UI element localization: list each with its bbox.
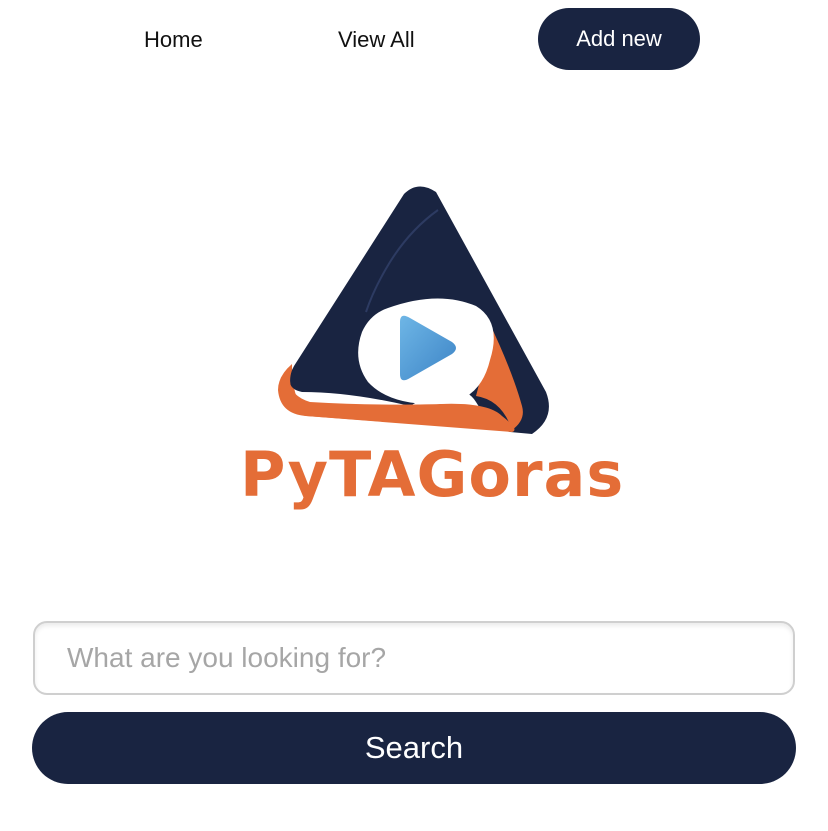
play-triangle-logo-icon (278, 186, 549, 434)
search-input[interactable] (33, 621, 795, 695)
logo-wordmark: PyTAGoras (240, 438, 625, 511)
search-button[interactable]: Search (32, 712, 796, 784)
nav-view-all-link[interactable]: View All (338, 22, 415, 58)
nav-home-link[interactable]: Home (144, 22, 203, 58)
add-new-button[interactable]: Add new (538, 8, 700, 70)
home-page: Home View All Add new PyTAGoras S (0, 0, 828, 831)
